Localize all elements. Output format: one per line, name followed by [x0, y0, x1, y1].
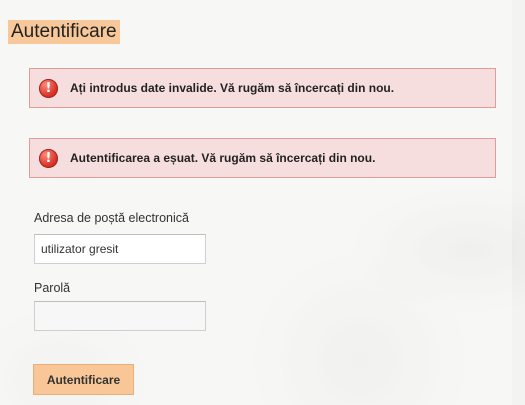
login-button[interactable]: Autentificare — [33, 364, 134, 395]
error-alert-invalid-data: ! Ați introdus date invalide. Vă rugăm s… — [29, 68, 496, 108]
error-alert-auth-failed: ! Autentificarea a eșuat. Vă rugăm să în… — [29, 138, 496, 178]
email-field[interactable] — [34, 234, 206, 264]
page-title: Autentificare — [8, 20, 120, 44]
error-message: Autentificarea a eșuat. Vă rugăm să înce… — [70, 151, 376, 165]
exclamation-icon: ! — [39, 79, 58, 98]
content-panel: Autentificare ! Ați introdus date invali… — [0, 0, 512, 405]
password-label: Parolă — [34, 281, 71, 295]
page-background: Autentificare ! Ați introdus date invali… — [0, 0, 525, 405]
email-label: Adresa de poștă electronică — [34, 211, 189, 225]
password-field[interactable] — [34, 301, 206, 331]
error-message: Ați introdus date invalide. Vă rugăm să … — [70, 81, 395, 95]
exclamation-icon: ! — [39, 149, 58, 168]
